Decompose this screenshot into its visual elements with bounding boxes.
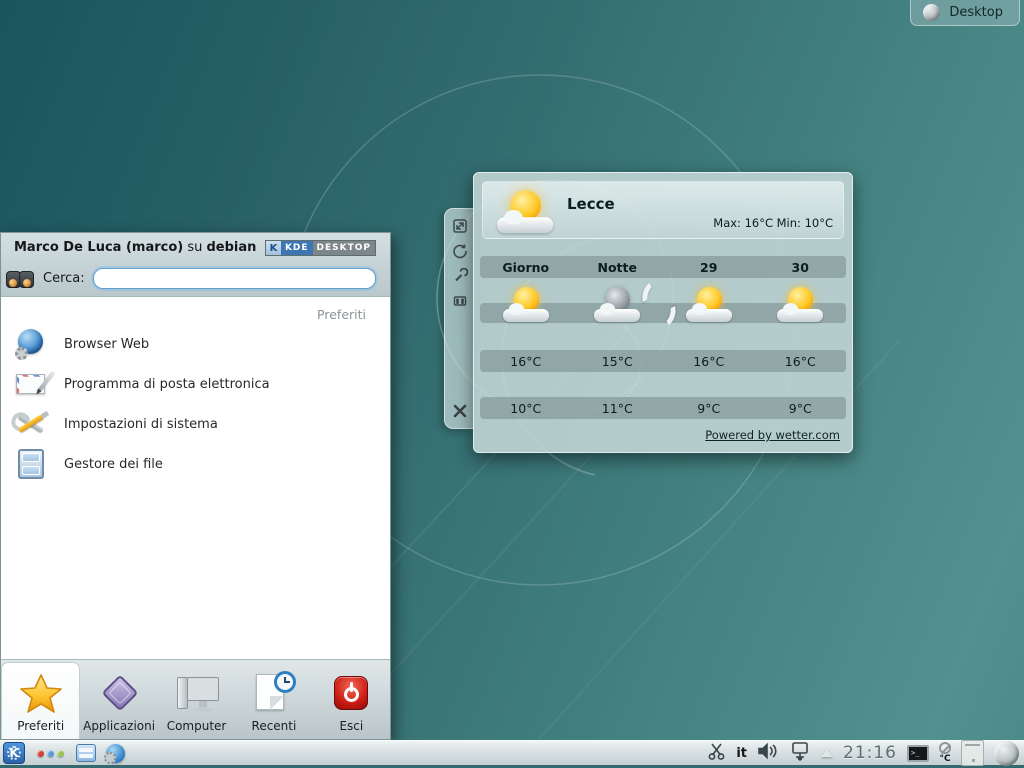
- system-settings-icon: [14, 407, 48, 441]
- night-temp: 11°C: [572, 401, 664, 416]
- widget-handle[interactable]: [444, 208, 474, 429]
- night-temp: 9°C: [755, 401, 847, 416]
- file-manager-icon: [14, 447, 48, 481]
- day-temp: 15°C: [572, 354, 664, 369]
- computer-icon: [175, 671, 219, 715]
- weather-day-temps-row: 16°C 15°C 16°C 16°C: [480, 350, 846, 372]
- sun-cloud-icon: [777, 285, 823, 327]
- badge-kde-label: KDE: [281, 241, 313, 255]
- recent-documents-icon: [252, 671, 296, 715]
- tab-recenti[interactable]: Recenti: [235, 660, 312, 739]
- favorite-item-email[interactable]: Programma di posta elettronica: [1, 364, 390, 404]
- weather-city: Lecce: [567, 195, 615, 213]
- sun-cloud-icon: [686, 285, 732, 327]
- close-icon[interactable]: [451, 402, 469, 420]
- tab-esci[interactable]: Esci: [313, 660, 390, 739]
- weather-col-header: Notte: [572, 260, 664, 275]
- bottom-panel: K it: [0, 740, 1024, 768]
- day-temp: 16°C: [663, 354, 755, 369]
- weather-icons-row: [480, 285, 846, 333]
- application-launcher: Marco De Luca (marco) su debian K KDE DE…: [0, 232, 391, 740]
- panel-cashew-icon[interactable]: [994, 741, 1019, 766]
- desktop-toolbox[interactable]: Desktop: [910, 0, 1020, 26]
- search-binoculars-icon: [5, 266, 35, 290]
- star-icon: [19, 671, 63, 715]
- launcher-header: Marco De Luca (marco) su debian K KDE DE…: [1, 233, 390, 297]
- weather-col-header: 29: [663, 260, 755, 275]
- weather-widget: Lecce Max: 16°C Min: 10°C Giorno Notte 2…: [473, 172, 853, 453]
- expand-tray-arrow-icon[interactable]: [821, 749, 833, 757]
- klipper-scissors-icon[interactable]: [707, 742, 726, 764]
- network-monitor-icon[interactable]: [789, 741, 811, 765]
- color-dots-icon[interactable]: [35, 750, 66, 757]
- search-input[interactable]: [93, 268, 376, 289]
- weather-max-min: Max: 16°C Min: 10°C: [713, 216, 833, 230]
- kde-desktop-badge: K KDE DESKTOP: [265, 240, 376, 256]
- digital-clock[interactable]: 21:16: [843, 743, 897, 763]
- user-su: su: [183, 240, 206, 255]
- terminal-tray-icon[interactable]: >_: [907, 745, 929, 762]
- search-label: Cerca:: [43, 271, 85, 286]
- night-temp: 9°C: [663, 401, 755, 416]
- configure-wrench-icon[interactable]: [451, 267, 469, 285]
- day-temp: 16°C: [755, 354, 847, 369]
- system-tray: it 21:16 >_ °C: [707, 740, 1021, 766]
- favorites-list: Preferiti Browser Web Programma di posta…: [1, 298, 390, 659]
- sun-cloud-icon: [503, 285, 549, 327]
- moon-cloud-icon: [594, 285, 640, 327]
- browser-launcher-icon[interactable]: [106, 744, 125, 763]
- resize-icon[interactable]: [451, 217, 469, 235]
- desktop-pager[interactable]: [961, 740, 984, 766]
- day-temp: 16°C: [480, 354, 572, 369]
- desktop-background: Desktop: [0, 0, 1024, 768]
- user-identity: Marco De Luca (marco) su debian: [14, 240, 256, 255]
- rotate-icon[interactable]: [451, 242, 469, 260]
- favorite-item-system-settings[interactable]: Impostazioni di sistema: [1, 404, 390, 444]
- file-drawer-launcher-icon[interactable]: [76, 744, 96, 762]
- badge-desktop-label: DESKTOP: [313, 241, 375, 255]
- sun-cloud-icon: [497, 188, 553, 239]
- search-row: Cerca:: [5, 263, 376, 293]
- tab-preferiti[interactable]: Preferiti: [1, 662, 80, 739]
- email-client-icon: [14, 367, 48, 401]
- favorite-item-browser[interactable]: Browser Web: [1, 324, 390, 364]
- toolbox-label: Desktop: [949, 5, 1003, 20]
- plasma-cashew-icon: [923, 4, 940, 21]
- power-leave-icon: [329, 671, 373, 715]
- user-name: Marco De Luca (marco): [14, 240, 183, 255]
- section-label: Preferiti: [1, 298, 390, 324]
- weather-col-header: 30: [755, 260, 847, 275]
- host-name: debian: [207, 240, 257, 255]
- kmenu-button[interactable]: K: [3, 742, 25, 764]
- launcher-tab-bar: Preferiti Applicazioni Computer Recenti: [1, 659, 390, 739]
- keyboard-layout-indicator[interactable]: it: [736, 746, 747, 761]
- night-temp: 10°C: [480, 401, 572, 416]
- weather-col-header: Giorno: [480, 260, 572, 275]
- tab-computer[interactable]: Computer: [158, 660, 235, 739]
- wetter-com-link[interactable]: Powered by wetter.com: [705, 428, 840, 442]
- applications-diamond-icon: [97, 671, 141, 715]
- weather-tray-icon[interactable]: °C: [939, 742, 951, 764]
- tab-applicazioni[interactable]: Applicazioni: [80, 660, 157, 739]
- kde-logo-icon: K: [266, 241, 281, 255]
- favorite-item-file-manager[interactable]: Gestore dei file: [1, 444, 390, 484]
- weather-night-temps-row: 10°C 11°C 9°C 9°C: [480, 397, 846, 419]
- weather-columns-row: Giorno Notte 29 30: [480, 256, 846, 278]
- volume-icon[interactable]: [757, 742, 779, 764]
- pin-widget-icon[interactable]: [451, 292, 469, 310]
- weather-header: Lecce Max: 16°C Min: 10°C: [482, 181, 844, 239]
- web-browser-icon: [14, 327, 48, 361]
